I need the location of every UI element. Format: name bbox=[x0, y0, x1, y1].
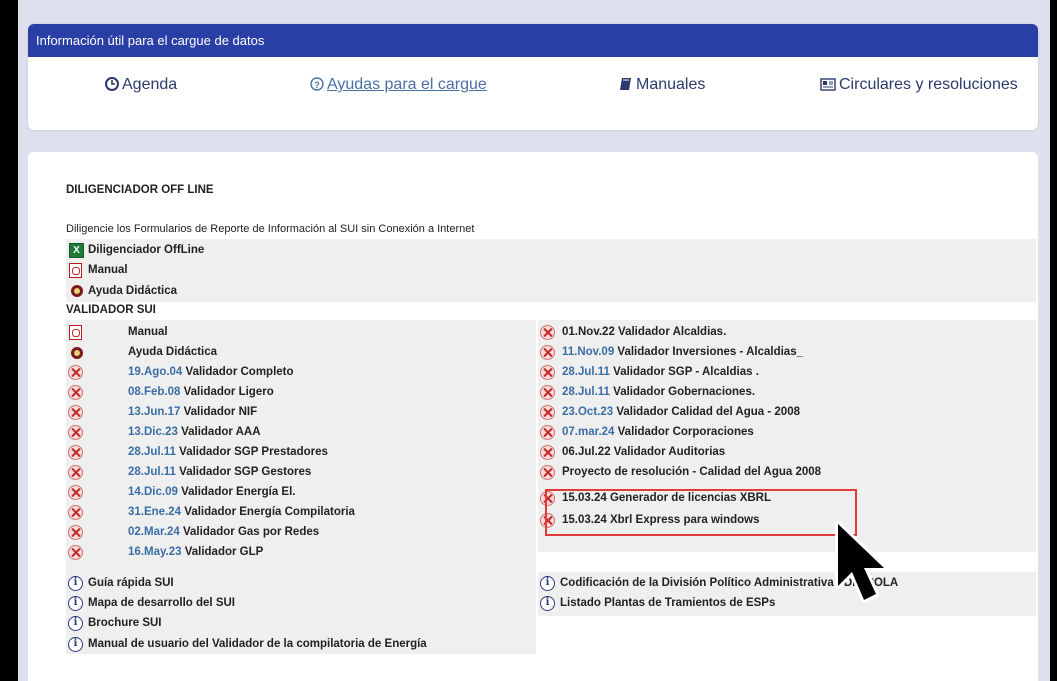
validador-completo[interactable]: 19.Ago.04 Validador Completo bbox=[128, 362, 294, 382]
info-icon: i bbox=[68, 637, 83, 652]
info-icon: i bbox=[68, 596, 83, 611]
ayudas-link[interactable]: ? Ayudas para el cargue bbox=[310, 76, 487, 94]
validator-icon bbox=[540, 345, 555, 360]
validator-icon bbox=[540, 365, 555, 380]
plantas-link[interactable]: Listado Plantas de Tramientos de ESPs bbox=[560, 593, 775, 613]
info-icon: i bbox=[68, 576, 83, 591]
help-icon bbox=[71, 347, 83, 359]
validator-icon bbox=[68, 365, 83, 380]
offline-item-manual[interactable]: Manual bbox=[88, 260, 128, 280]
validator-icon bbox=[68, 445, 83, 460]
validador-calidad-agua[interactable]: 23.Oct.23 Validador Calidad del Agua - 2… bbox=[562, 402, 800, 422]
brochure-link[interactable]: Brochure SUI bbox=[88, 613, 162, 633]
validator-icon bbox=[540, 465, 555, 480]
validador-sgp-alcaldias[interactable]: 28.Jul.11 Validador SGP - Alcaldias . bbox=[562, 362, 759, 382]
validador-sgp-gestores[interactable]: 28.Jul.11 Validador SGP Gestores bbox=[128, 462, 311, 482]
pdf-icon bbox=[69, 325, 82, 340]
ayudas-label: Ayudas para el cargue bbox=[327, 76, 487, 93]
excel-icon: X bbox=[69, 243, 84, 258]
validator-icon bbox=[68, 505, 83, 520]
validador-auditorias[interactable]: 06.Jul.22 Validador Auditorias bbox=[562, 442, 725, 462]
svg-text:?: ? bbox=[314, 80, 320, 90]
offline-item-diligenciador[interactable]: Diligenciador OffLine bbox=[88, 240, 204, 260]
newspaper-icon bbox=[820, 78, 836, 91]
offline-title: DILIGENCIADOR OFF LINE bbox=[66, 184, 214, 196]
manuales-label: Manuales bbox=[636, 76, 706, 93]
validador-gas[interactable]: 02.Mar.24 Validador Gas por Redes bbox=[128, 522, 319, 542]
validador-alcaldias[interactable]: 01.Nov.22 Validador Alcaldias. bbox=[562, 322, 726, 342]
info-icon: i bbox=[540, 596, 555, 611]
info-card: Información útil para el cargue de datos… bbox=[28, 24, 1038, 130]
info-icon: i bbox=[540, 576, 555, 591]
offline-item-ayuda[interactable]: Ayuda Didáctica bbox=[88, 281, 177, 301]
validator-icon bbox=[540, 405, 555, 420]
page-frame: Información útil para el cargue de datos… bbox=[18, 0, 1050, 681]
clock-icon bbox=[105, 77, 119, 91]
info-icon: i bbox=[68, 616, 83, 631]
validador-sgp-prestadores[interactable]: 28.Jul.11 Validador SGP Prestadores bbox=[128, 442, 328, 462]
validator-icon bbox=[68, 485, 83, 500]
agenda-label: Agenda bbox=[122, 76, 178, 93]
validador-aaa[interactable]: 13.Dic.23 Validador AAA bbox=[128, 422, 261, 442]
validator-icon bbox=[540, 325, 555, 340]
circulares-label: Circulares y resoluciones bbox=[839, 76, 1018, 93]
manuales-link[interactable]: Manuales bbox=[619, 76, 705, 94]
validador-energia[interactable]: 14.Dic.09 Validador Energía El. bbox=[128, 482, 295, 502]
question-circle-icon: ? bbox=[310, 77, 324, 91]
offline-list bbox=[66, 239, 1036, 302]
validador-energia-compilatoria[interactable]: 31.Ene.24 Validador Energía Compilatoria bbox=[128, 502, 355, 522]
validador-manual[interactable]: Manual bbox=[128, 322, 168, 342]
validator-icon bbox=[68, 545, 83, 560]
mouse-cursor-icon bbox=[835, 521, 887, 603]
help-icon bbox=[71, 285, 83, 297]
validador-inversiones[interactable]: 11.Nov.09 Validador Inversiones - Alcald… bbox=[562, 342, 803, 362]
validador-glp[interactable]: 16.May.23 Validador GLP bbox=[128, 542, 263, 562]
validator-icon bbox=[68, 525, 83, 540]
manual-usuario-link[interactable]: Manual de usuario del Validador de la co… bbox=[88, 634, 427, 654]
validator-icon bbox=[68, 405, 83, 420]
book-icon bbox=[620, 78, 631, 90]
validator-icon bbox=[540, 425, 555, 440]
mapa-desarrollo-link[interactable]: Mapa de desarrollo del SUI bbox=[88, 593, 235, 613]
validator-icon bbox=[540, 385, 555, 400]
validador-title: VALIDADOR SUI bbox=[66, 304, 156, 316]
info-header: Información útil para el cargue de datos bbox=[28, 24, 1038, 57]
proyecto-resolucion-link[interactable]: Proyecto de resolución - Calidad del Agu… bbox=[562, 462, 821, 482]
circulares-link[interactable]: Circulares y resoluciones bbox=[820, 76, 1018, 94]
offline-description: Diligencie los Formularios de Reporte de… bbox=[66, 223, 475, 235]
validador-corporaciones[interactable]: 07.mar.24 Validador Corporaciones bbox=[562, 422, 754, 442]
validator-icon bbox=[540, 445, 555, 460]
highlight-box bbox=[545, 489, 857, 536]
pdf-icon bbox=[69, 263, 82, 278]
validator-icon bbox=[68, 425, 83, 440]
validador-gobernaciones[interactable]: 28.Jul.11 Validador Gobernaciones. bbox=[562, 382, 755, 402]
guia-rapida-link[interactable]: Guía rápida SUI bbox=[88, 573, 174, 593]
agenda-link[interactable]: Agenda bbox=[105, 76, 177, 94]
validador-ayuda[interactable]: Ayuda Didáctica bbox=[128, 342, 217, 362]
validador-nif[interactable]: 13.Jun.17 Validador NIF bbox=[128, 402, 257, 422]
validator-icon bbox=[68, 465, 83, 480]
validador-ligero[interactable]: 08.Feb.08 Validador Ligero bbox=[128, 382, 274, 402]
validator-icon bbox=[68, 385, 83, 400]
